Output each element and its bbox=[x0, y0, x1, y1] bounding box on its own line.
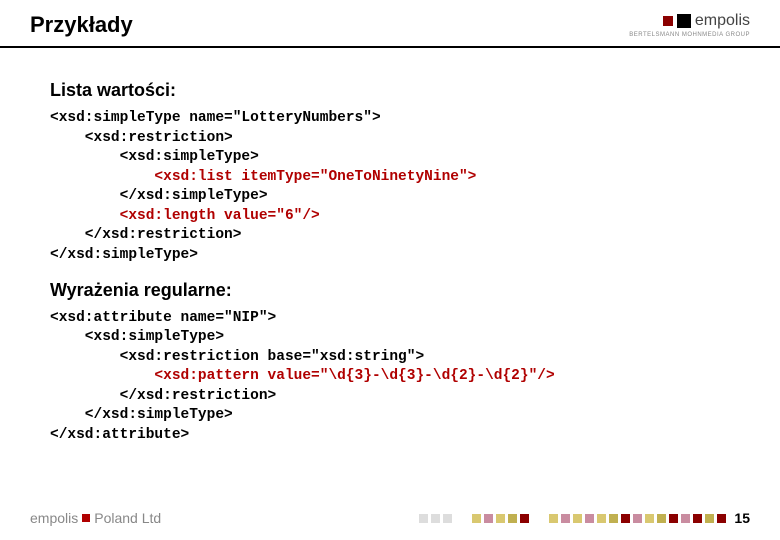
decor-square-icon bbox=[455, 514, 469, 523]
code-line: </xsd:simpleType> bbox=[50, 246, 730, 266]
decor-square-icon bbox=[532, 514, 546, 523]
code-line: </xsd:attribute> bbox=[50, 426, 730, 446]
logo-main: empolis bbox=[663, 12, 750, 30]
decor-square-icon bbox=[597, 514, 606, 523]
decor-square-icon bbox=[633, 514, 642, 523]
decor-square-icon bbox=[443, 514, 452, 523]
code-line: <xsd:restriction> bbox=[50, 129, 730, 149]
code-line: <xsd:simpleType> bbox=[50, 328, 730, 348]
decor-square-icon bbox=[645, 514, 654, 523]
footer-logo-post: Poland Ltd bbox=[94, 510, 161, 526]
logo-top: empolis BERTELSMANN MOHNMEDIA GROUP bbox=[629, 12, 750, 38]
logo-square-icon bbox=[663, 16, 673, 26]
code-line: <xsd:simpleType> bbox=[50, 148, 730, 168]
section-heading-2: Wyrażenia regularne: bbox=[50, 280, 730, 301]
logo-square-icon bbox=[677, 14, 691, 28]
decor-square-icon bbox=[561, 514, 570, 523]
decor-square-icon bbox=[419, 514, 428, 523]
code-line: </xsd:restriction> bbox=[50, 387, 730, 407]
decor-square-icon bbox=[496, 514, 505, 523]
code-line: <xsd:restriction base="xsd:string"> bbox=[50, 348, 730, 368]
decor-square-icon bbox=[520, 514, 529, 523]
section-heading-1: Lista wartości: bbox=[50, 80, 730, 101]
decor-square-icon bbox=[431, 514, 440, 523]
footer-squares bbox=[419, 514, 726, 523]
decor-square-icon bbox=[585, 514, 594, 523]
footer-logo: empolis Poland Ltd bbox=[30, 510, 161, 526]
decor-square-icon bbox=[508, 514, 517, 523]
code-line: <xsd:pattern value="\d{3}-\d{3}-\d{2}-\d… bbox=[50, 367, 730, 387]
decor-square-icon bbox=[484, 514, 493, 523]
decor-square-icon bbox=[705, 514, 714, 523]
slide-footer: empolis Poland Ltd 15 bbox=[30, 510, 750, 526]
code-line: <xsd:simpleType name="LotteryNumbers"> bbox=[50, 109, 730, 129]
decor-square-icon bbox=[669, 514, 678, 523]
code-line: <xsd:length value="6"/> bbox=[50, 207, 730, 227]
code-line: </xsd:restriction> bbox=[50, 226, 730, 246]
slide-title: Przykłady bbox=[30, 12, 133, 38]
decor-square-icon bbox=[549, 514, 558, 523]
code-line: </xsd:simpleType> bbox=[50, 187, 730, 207]
code-line: <xsd:attribute name="NIP"> bbox=[50, 309, 730, 329]
code-block-2: <xsd:attribute name="NIP"> <xsd:simpleTy… bbox=[50, 309, 730, 446]
logo-text: empolis bbox=[695, 12, 750, 30]
footer-logo-pre: empolis bbox=[30, 510, 78, 526]
decor-square-icon bbox=[681, 514, 690, 523]
decor-square-icon bbox=[657, 514, 666, 523]
slide-header: Przykłady empolis BERTELSMANN MOHNMEDIA … bbox=[0, 0, 780, 48]
logo-square-icon bbox=[82, 514, 90, 522]
footer-right: 15 bbox=[419, 510, 750, 526]
page-number: 15 bbox=[734, 510, 750, 526]
decor-square-icon bbox=[717, 514, 726, 523]
decor-square-icon bbox=[693, 514, 702, 523]
decor-square-icon bbox=[621, 514, 630, 523]
logo-subtext: BERTELSMANN MOHNMEDIA GROUP bbox=[629, 32, 750, 38]
decor-square-icon bbox=[609, 514, 618, 523]
slide-content: Lista wartości: <xsd:simpleType name="Lo… bbox=[0, 48, 780, 445]
code-line: <xsd:list itemType="OneToNinetyNine"> bbox=[50, 168, 730, 188]
decor-square-icon bbox=[573, 514, 582, 523]
code-block-1: <xsd:simpleType name="LotteryNumbers"> <… bbox=[50, 109, 730, 266]
code-line: </xsd:simpleType> bbox=[50, 406, 730, 426]
decor-square-icon bbox=[472, 514, 481, 523]
